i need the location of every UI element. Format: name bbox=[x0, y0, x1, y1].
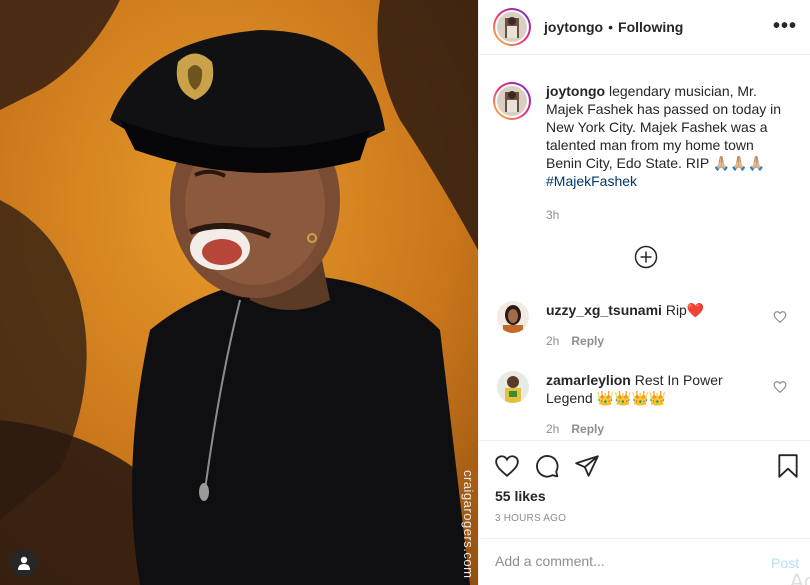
comment-bubble-icon bbox=[536, 455, 559, 478]
post-photo[interactable]: craigarogers.com bbox=[0, 0, 478, 585]
comment-text: Rip❤️ bbox=[665, 302, 705, 318]
comments-list[interactable]: joytongo legendary musician, Mr. Majek F… bbox=[479, 56, 810, 440]
heart-icon bbox=[495, 455, 519, 477]
comment-avatar[interactable] bbox=[497, 301, 529, 333]
header-separator: • bbox=[608, 19, 614, 35]
caption-timestamp[interactable]: 3h bbox=[546, 208, 559, 222]
heart-icon bbox=[773, 311, 787, 324]
post-image bbox=[0, 0, 478, 585]
header-username[interactable]: joytongo bbox=[544, 19, 603, 35]
comment-like-button[interactable] bbox=[773, 380, 787, 394]
like-button[interactable] bbox=[494, 453, 520, 479]
profile-picture-icon bbox=[497, 301, 529, 333]
save-button[interactable] bbox=[775, 453, 801, 479]
post-caption: joytongo legendary musician, Mr. Majek F… bbox=[493, 82, 803, 190]
load-more-comments-button[interactable] bbox=[634, 245, 658, 269]
comment-text-block: zamarleylion Rest In Power Legend 👑👑👑👑 bbox=[546, 371, 766, 407]
comment-button[interactable] bbox=[534, 453, 560, 479]
tagged-users-button[interactable] bbox=[10, 549, 38, 577]
post-details-panel: joytongo • Following ••• joytongo legend… bbox=[478, 0, 810, 585]
header-avatar[interactable] bbox=[493, 8, 531, 46]
caption-text-block: joytongo legendary musician, Mr. Majek F… bbox=[546, 82, 791, 190]
comment-like-button[interactable] bbox=[773, 310, 787, 324]
caption-username[interactable]: joytongo bbox=[546, 83, 605, 99]
add-comment-bar: Post Ac bbox=[479, 538, 810, 585]
likes-count[interactable]: 55 likes bbox=[495, 488, 546, 504]
comment-username[interactable]: uzzy_xg_tsunami bbox=[546, 302, 662, 318]
reply-button[interactable]: Reply bbox=[571, 334, 604, 348]
comment-time[interactable]: 2h bbox=[546, 334, 559, 348]
comment-meta: 2h Reply bbox=[546, 334, 604, 348]
profile-picture-icon bbox=[497, 12, 527, 42]
comment-text-block: uzzy_xg_tsunami Rip❤️ bbox=[546, 301, 766, 319]
more-options-button[interactable]: ••• bbox=[773, 16, 797, 36]
reply-button[interactable]: Reply bbox=[571, 422, 604, 436]
caption-avatar[interactable] bbox=[493, 82, 531, 120]
comment-input[interactable] bbox=[495, 553, 745, 569]
post-actions: 55 likes 3 HOURS AGO bbox=[479, 440, 810, 538]
comment-avatar[interactable] bbox=[497, 371, 529, 403]
share-button[interactable] bbox=[574, 453, 600, 479]
heart-icon bbox=[773, 381, 787, 394]
profile-picture-icon bbox=[497, 86, 527, 116]
bookmark-icon bbox=[778, 454, 798, 478]
profile-picture-icon bbox=[497, 371, 529, 403]
comment-time[interactable]: 2h bbox=[546, 422, 559, 436]
plus-circle-icon bbox=[634, 245, 658, 269]
post-timestamp[interactable]: 3 HOURS AGO bbox=[495, 513, 566, 524]
paper-plane-icon bbox=[575, 455, 599, 477]
activation-watermark: Ac bbox=[789, 569, 810, 585]
caption-hashtag[interactable]: #MajekFashek bbox=[546, 173, 637, 189]
comment-username[interactable]: zamarleylion bbox=[546, 372, 631, 388]
user-icon bbox=[18, 556, 30, 570]
photo-watermark: craigarogers.com bbox=[461, 470, 476, 579]
following-button[interactable]: Following bbox=[618, 19, 683, 35]
comment-meta: 2h Reply bbox=[546, 422, 604, 436]
post-header: joytongo • Following ••• bbox=[479, 0, 810, 55]
